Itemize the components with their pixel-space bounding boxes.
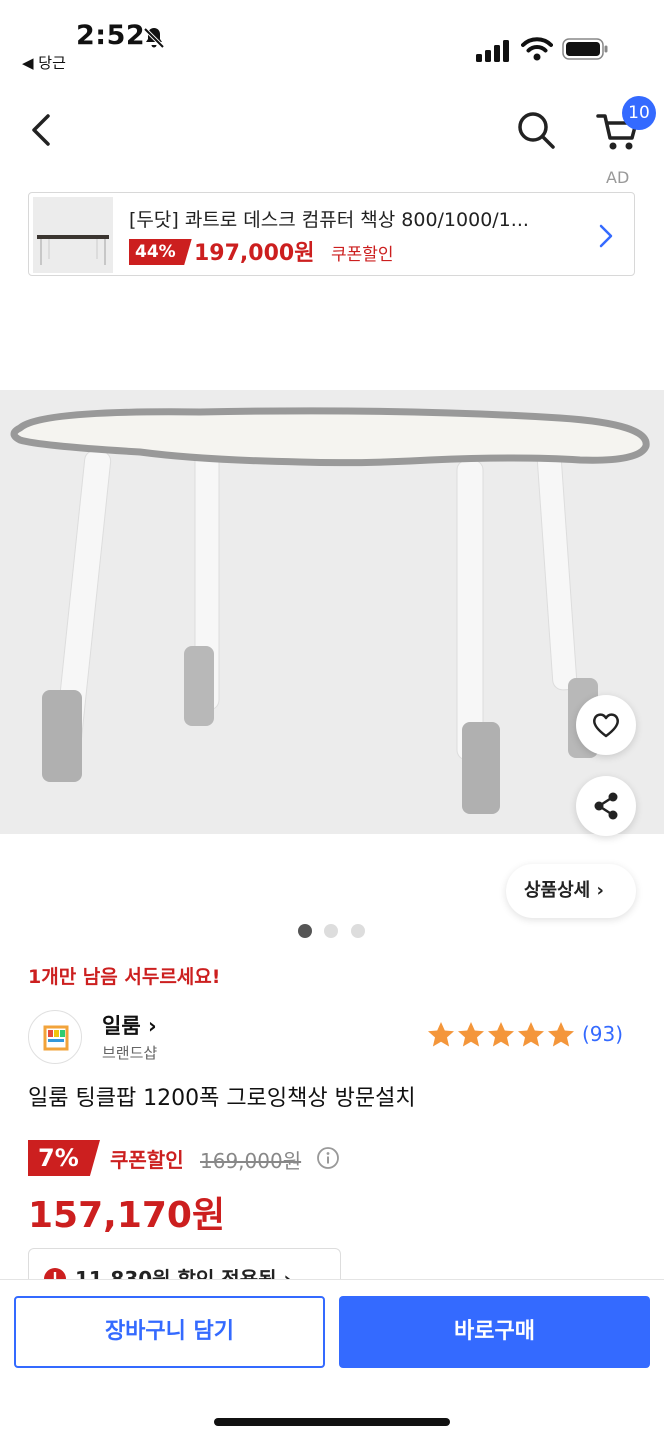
back-button[interactable] [24, 108, 64, 152]
bottom-action-bar: 장바구니 담기 바로구매 [0, 1279, 664, 1440]
chevron-right-icon [599, 224, 613, 248]
star-icon [488, 1022, 514, 1047]
home-indicator[interactable] [214, 1418, 450, 1426]
pager-dot[interactable] [351, 924, 365, 938]
ad-product-thumbnail [33, 197, 113, 273]
final-price: 157,170원 [28, 1195, 226, 1236]
share-button[interactable] [576, 776, 636, 836]
product-image[interactable] [0, 390, 664, 834]
review-count[interactable]: (93) [582, 1022, 623, 1046]
add-to-cart-button[interactable]: 장바구니 담기 [14, 1296, 325, 1368]
buy-now-button[interactable]: 바로구매 [339, 1296, 650, 1368]
product-detail-button[interactable]: 상품상세 › [506, 864, 636, 918]
ad-price: 197,000원 [194, 241, 315, 266]
status-time: 2:52 [76, 20, 146, 51]
star-icon [548, 1022, 574, 1047]
ad-title: [두닷] 콰트로 데스크 컴퓨터 책상 800/1000/1... [129, 209, 529, 231]
heart-icon [593, 713, 619, 738]
wishlist-button[interactable] [576, 695, 636, 755]
star-icon [458, 1022, 484, 1047]
ad-banner[interactable]: [두닷] 콰트로 데스크 컴퓨터 책상 800/1000/1... 44% 19… [28, 192, 635, 276]
star-icon [518, 1022, 544, 1047]
ad-coupon-label: 쿠폰할인 [331, 245, 394, 265]
wifi-icon [521, 37, 553, 61]
original-price: 169,000원 [200, 1149, 302, 1173]
search-icon[interactable] [512, 106, 560, 154]
stock-urgency-text: 1개만 남음 서두르세요! [28, 966, 221, 988]
pager-dot-active[interactable] [298, 924, 312, 938]
status-bar: 2:52 ◀ 당근 [0, 0, 664, 80]
share-icon [594, 792, 618, 820]
brand-shop-label: 브랜드샵 [102, 1044, 158, 1062]
signal-icon [476, 40, 509, 62]
brand-logo[interactable] [28, 1010, 82, 1064]
ad-discount-badge: 44% [129, 239, 192, 265]
info-icon[interactable] [316, 1146, 340, 1170]
pager-dot[interactable] [324, 924, 338, 938]
coupon-label: 쿠폰할인 [110, 1148, 184, 1172]
brand-logo-icon [43, 1025, 69, 1051]
bell-off-icon [143, 27, 165, 49]
cart-count-badge: 10 [622, 96, 656, 130]
star-icon [428, 1022, 454, 1047]
ad-label: AD [606, 168, 630, 187]
discount-badge: 7% [28, 1140, 100, 1176]
rating-stars[interactable] [426, 1020, 576, 1050]
back-to-app-link[interactable]: ◀ 당근 [22, 52, 66, 73]
battery-icon [562, 38, 608, 60]
brand-name-link[interactable]: 일룸 › [102, 1010, 157, 1040]
product-title: 일룸 팅클팝 1200폭 그로잉책상 방문설치 [28, 1086, 416, 1111]
